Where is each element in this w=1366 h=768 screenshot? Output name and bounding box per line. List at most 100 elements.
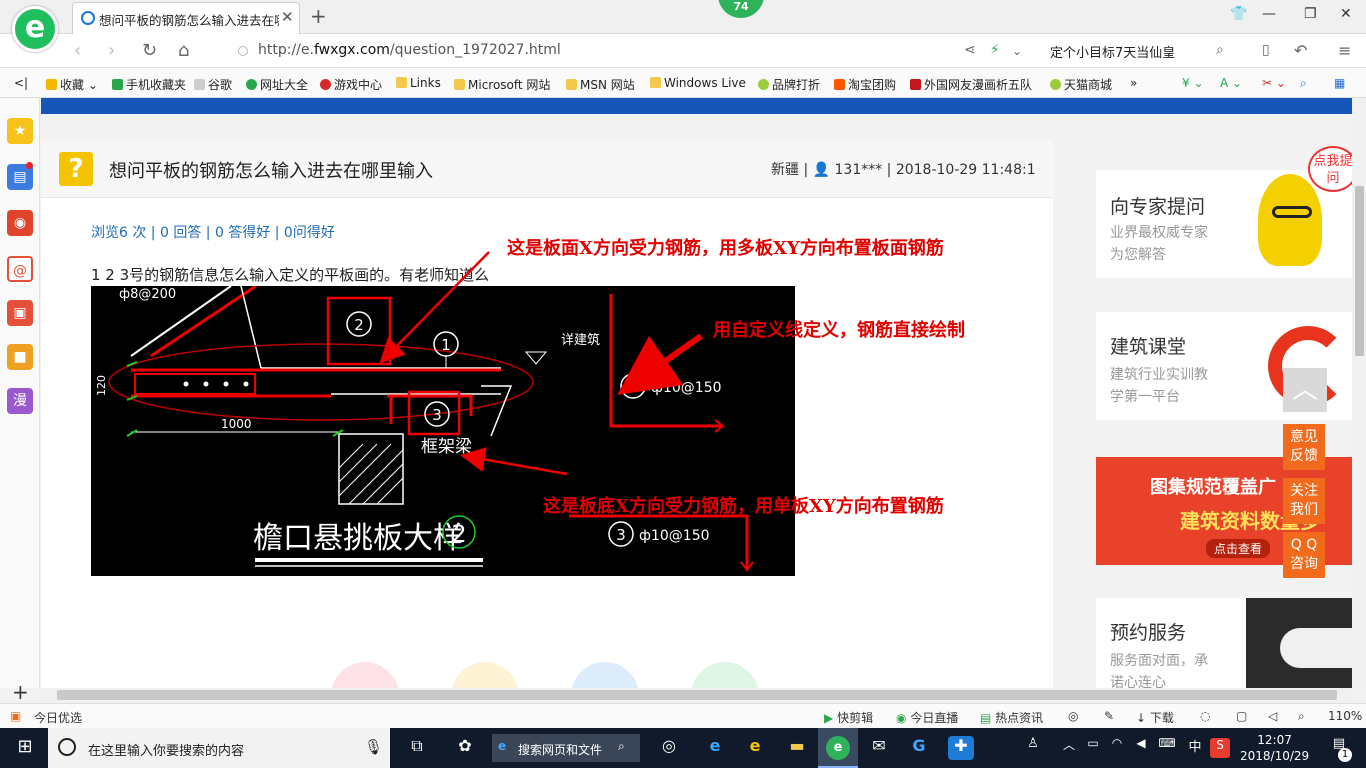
task-view-icon[interactable]: ⧉: [404, 736, 430, 760]
globe-icon[interactable]: ◎: [1068, 709, 1078, 723]
bookmark-item[interactable]: 网址大全: [246, 76, 308, 93]
microphone-icon[interactable]: 🎙: [364, 738, 383, 756]
g-app-icon[interactable]: G: [906, 736, 932, 760]
games-icon[interactable]: ▣: [7, 300, 33, 326]
bookmark-item[interactable]: 品牌打折: [758, 76, 820, 93]
sogou-icon[interactable]: S: [1210, 738, 1230, 758]
battery-icon[interactable]: ▭: [1080, 736, 1106, 760]
window-icon[interactable]: ▢: [1236, 709, 1247, 723]
horizontal-scroll-thumb[interactable]: [57, 690, 1337, 700]
tools-icon[interactable]: ✎: [1104, 709, 1114, 723]
notification-badge[interactable]: 74: [718, 0, 764, 18]
zoom-level[interactable]: 110%: [1328, 709, 1362, 723]
horizontal-scrollbar[interactable]: [41, 688, 1352, 702]
bookmark-item[interactable]: Links: [396, 76, 441, 90]
favorites-icon[interactable]: ★: [7, 118, 33, 144]
chevron-down-icon[interactable]: ⌄: [1012, 44, 1022, 58]
money-icon[interactable]: ¥ ⌄: [1182, 76, 1204, 90]
report-button[interactable]: [691, 662, 759, 688]
vertical-scroll-thumb[interactable]: [1355, 186, 1364, 356]
close-tab-icon[interactable]: ✕: [281, 8, 294, 26]
ime-indicator[interactable]: 中: [1182, 736, 1208, 760]
mail-icon[interactable]: @: [7, 256, 33, 282]
minimize-icon[interactable]: —: [1262, 6, 1276, 22]
feedback-button[interactable]: 意见 反馈: [1283, 424, 1325, 470]
tools-icon[interactable]: ✂ ⌄: [1262, 76, 1286, 90]
wifi-icon[interactable]: ◠: [1104, 736, 1130, 760]
restore-icon[interactable]: ❐: [1304, 6, 1317, 22]
banner-button[interactable]: 点击查看: [1206, 539, 1271, 558]
collapse-sidebar-icon[interactable]: <|: [14, 76, 28, 90]
search-icon[interactable]: ⌕: [1216, 42, 1224, 58]
home-icon[interactable]: ⌂: [178, 40, 189, 61]
status-item-live[interactable]: ◉ 今日直播: [896, 709, 958, 726]
menu-icon[interactable]: ≡: [1338, 41, 1351, 60]
new-tab-button[interactable]: +: [310, 4, 327, 28]
follow-button[interactable]: 关注 我们: [1283, 478, 1325, 524]
history-icon[interactable]: ◌: [1200, 709, 1210, 723]
browser-tab[interactable]: 想问平板的钢筋怎么输入进去在哪里输入 ✕: [72, 2, 300, 34]
bookmark-item[interactable]: 谷歌: [194, 76, 232, 93]
back-to-top-button[interactable]: ︿: [1283, 368, 1327, 412]
vertical-scrollbar[interactable]: [1352, 98, 1366, 688]
bookmark-item[interactable]: 收藏 ⌄: [46, 76, 98, 93]
service-card[interactable]: 预约服务 服务面对面，承 诺心连心: [1096, 598, 1352, 688]
edge-icon[interactable]: e: [702, 736, 728, 760]
bookmark-item[interactable]: 外国网友漫画析五队: [910, 76, 1032, 93]
comic-icon[interactable]: 漫: [7, 388, 33, 414]
status-item-download[interactable]: ↓ 下载: [1136, 709, 1174, 726]
status-item-clip[interactable]: ▶ 快剪辑: [824, 709, 873, 726]
bookmark-item[interactable]: 天猫商城: [1050, 76, 1112, 93]
gift-icon[interactable]: ▣: [10, 709, 21, 723]
windows-start-icon[interactable]: ⊞: [12, 736, 38, 760]
speed-mode-icon[interactable]: ⚡: [990, 42, 1000, 58]
bookmark-item[interactable]: 手机收藏夹: [112, 76, 186, 93]
zoom-icon[interactable]: ⌕: [1298, 709, 1305, 724]
weibo-icon[interactable]: ◉: [7, 210, 33, 236]
refresh-icon[interactable]: ↻: [142, 40, 157, 61]
bookmark-item[interactable]: 游戏中心: [320, 76, 382, 93]
phone-icon[interactable]: ▯: [1262, 42, 1270, 58]
ask-bubble[interactable]: 点我提问: [1308, 146, 1352, 192]
expert-card[interactable]: 向专家提问 业界最权威专家 为您解答 点我提问: [1096, 146, 1352, 278]
magnifier-icon[interactable]: ⌕: [1300, 76, 1307, 91]
speaker-icon[interactable]: ◀: [1128, 736, 1154, 760]
more-bookmarks-icon[interactable]: »: [1130, 76, 1137, 90]
bookmark-item[interactable]: Microsoft 网站: [454, 76, 550, 93]
status-item-news[interactable]: ▤ 热点资讯: [980, 709, 1043, 726]
translate-icon[interactable]: A ⌄: [1220, 76, 1242, 90]
volume-icon[interactable]: ◁: [1268, 709, 1277, 723]
plus-app-icon[interactable]: ✚: [948, 736, 974, 760]
url-input[interactable]: http://e.fwxgx.com/question_1972027.html: [258, 42, 561, 58]
keyboard-icon[interactable]: ⌨: [1154, 736, 1180, 760]
clock[interactable]: 12:07 2018/10/29: [1240, 732, 1309, 764]
mail-app-icon[interactable]: ✉: [866, 736, 892, 760]
undo-icon[interactable]: ↶: [1294, 41, 1307, 60]
favorite-button[interactable]: [451, 662, 519, 688]
forward-icon[interactable]: ›: [108, 40, 115, 61]
pinwheel-icon[interactable]: ✿: [452, 736, 478, 760]
file-explorer-icon[interactable]: ▬: [784, 736, 810, 760]
share-icon[interactable]: ⋖: [964, 42, 976, 58]
taskbar-search[interactable]: 在这里输入你要搜索的内容 🎙: [48, 728, 390, 768]
app-spin-icon[interactable]: ◎: [656, 736, 682, 760]
ie-taskbar-icon[interactable]: e: [742, 736, 768, 760]
browser-taskbar-button[interactable]: e: [818, 728, 858, 768]
qq-button[interactable]: Q Q 咨询: [1283, 532, 1325, 578]
skin-icon[interactable]: 👕: [1230, 6, 1247, 22]
bookmark-item[interactable]: Windows Live: [650, 76, 746, 90]
reader-icon[interactable]: ■: [7, 344, 33, 370]
site-info-icon[interactable]: [238, 46, 248, 56]
tray-expand-icon[interactable]: ︿: [1056, 736, 1082, 760]
add-sidebar-icon[interactable]: +: [12, 680, 29, 704]
browser-logo[interactable]: e: [12, 6, 58, 52]
mini-search-box[interactable]: e 搜索网页和文件 ⌕: [492, 734, 640, 762]
apps-icon[interactable]: ▦: [1334, 76, 1345, 90]
bookmark-item[interactable]: MSN 网站: [566, 76, 635, 93]
back-icon[interactable]: ‹: [74, 40, 81, 61]
like-button[interactable]: [331, 662, 399, 688]
search-input[interactable]: 定个小目标7天当仙皇: [1050, 42, 1175, 61]
share-button[interactable]: [571, 662, 639, 688]
status-today[interactable]: 今日优选: [34, 709, 82, 726]
bookmark-item[interactable]: 淘宝团购: [834, 76, 896, 93]
